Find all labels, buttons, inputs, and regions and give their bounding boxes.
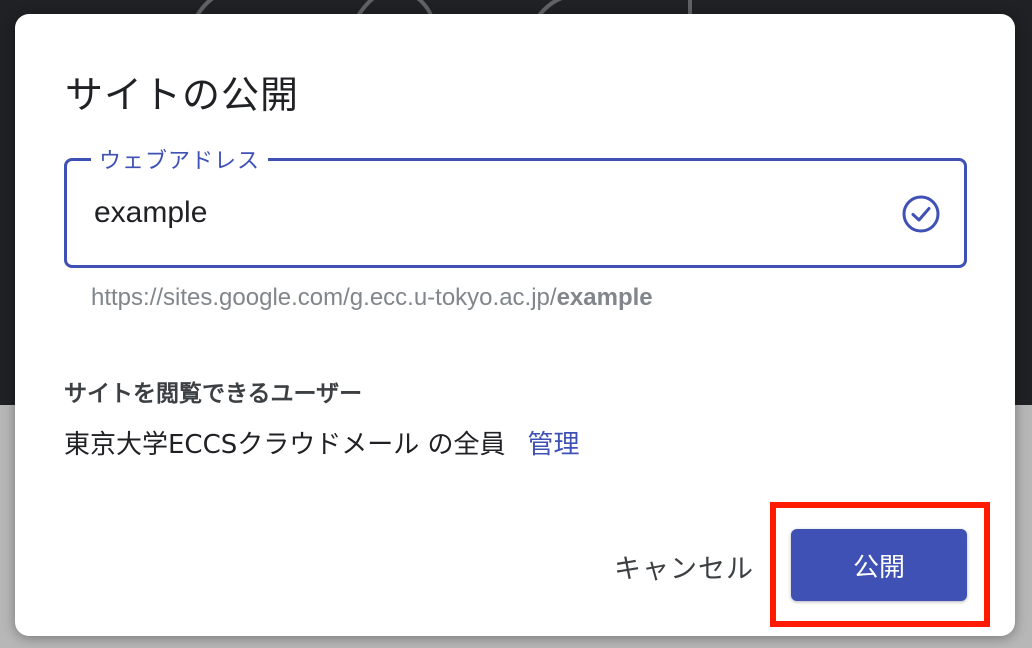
viewers-heading: サイトを閲覧できるユーザー (64, 381, 363, 407)
publish-button[interactable]: 公開 (791, 529, 967, 601)
url-slug: example (556, 284, 653, 311)
check-circle-icon (902, 195, 940, 233)
viewers-audience: 東京大学ECCSクラウドメール の全員 (64, 430, 506, 460)
site-url-preview: https://sites.google.com/g.ecc.u-tokyo.a… (91, 284, 653, 312)
web-address-label: ウェブアドレス (91, 143, 269, 175)
viewers-row: 東京大学ECCSクラウドメール の全員 管理 (64, 424, 580, 461)
url-prefix: https://sites.google.com/g.ecc.u-tokyo.a… (91, 284, 557, 311)
web-address-input[interactable] (94, 191, 874, 235)
manage-link[interactable]: 管理 (528, 424, 580, 461)
publish-site-dialog: サイトの公開 ウェブアドレス https://sites.google.com/… (15, 14, 1015, 636)
web-address-field[interactable]: ウェブアドレス (64, 143, 967, 268)
dialog-title: サイトの公開 (65, 73, 300, 117)
cancel-button[interactable]: キャンセル (610, 541, 758, 591)
